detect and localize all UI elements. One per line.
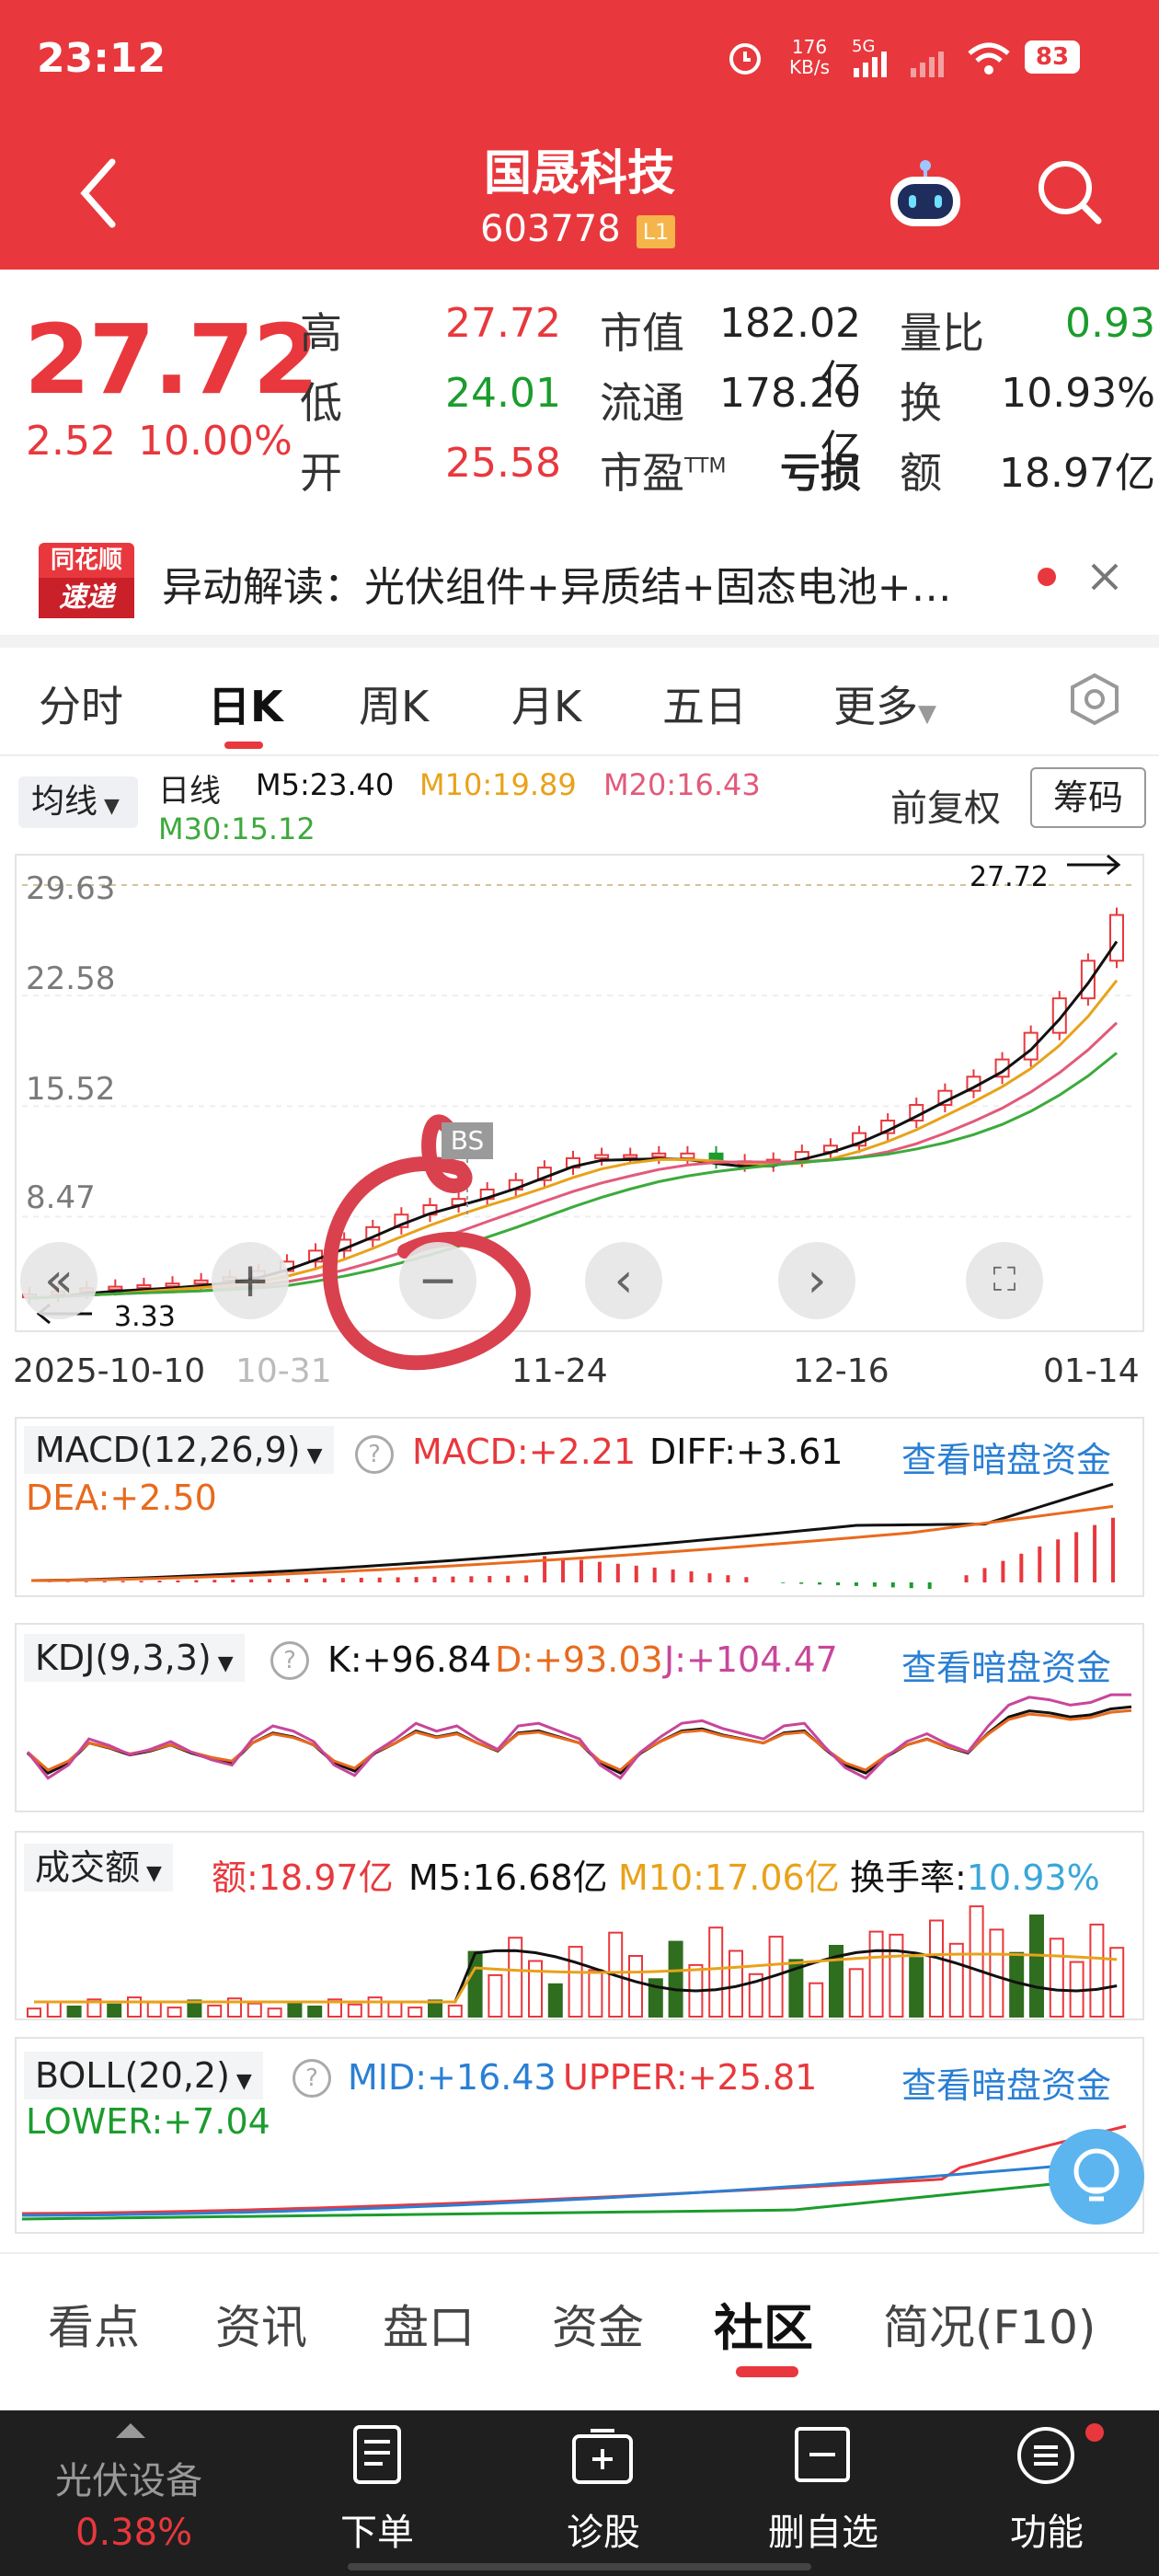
chevron-down-icon: ▼ xyxy=(211,1652,234,1675)
y-tick: 15.52 xyxy=(26,1071,116,1108)
bottom-action-bar: 光伏设备 0.38% 下单 诊股 删自选 功能 xyxy=(0,2410,1159,2576)
sector-pct: 0.38% xyxy=(75,2512,193,2554)
remove-watchlist-button[interactable]: 删自选 xyxy=(754,2502,892,2556)
turnover-rate-label: 换手率: xyxy=(850,1857,967,1898)
chevron-up-icon[interactable] xyxy=(116,2423,145,2438)
x-tick: 10-31 xyxy=(235,1352,332,1390)
boll-mid: MID:+16.43 xyxy=(348,2057,557,2098)
diagnose-button[interactable]: 诊股 xyxy=(548,2502,659,2556)
candle xyxy=(623,1154,638,1159)
dea-value: DEA:+2.50 xyxy=(26,1478,217,1518)
candle xyxy=(651,1152,667,1158)
amount-select-label: 成交额 xyxy=(35,1847,141,1888)
dark-pool-link[interactable]: 查看暗盘资金 xyxy=(901,1432,1111,1482)
scroll-right-button[interactable]: › xyxy=(778,1242,855,1319)
x-tick: 01-14 xyxy=(1043,1352,1140,1390)
d-value: D:+93.03 xyxy=(495,1639,663,1680)
y-tick: 8.47 xyxy=(26,1179,96,1216)
j-value: J:+104.47 xyxy=(664,1639,838,1680)
dark-pool-link[interactable]: 查看暗盘资金 xyxy=(901,1639,1111,1690)
divider xyxy=(0,2252,1159,2254)
minus-icon: − xyxy=(418,1253,458,1308)
tab-news[interactable]: 资讯 xyxy=(215,2291,307,2357)
tab-active-indicator xyxy=(736,2366,798,2377)
ma30-line xyxy=(29,1052,1118,1300)
candle xyxy=(1109,914,1124,962)
amount-value: 额:18.97亿 xyxy=(212,1857,394,1898)
macd-select-label: MACD(12,26,9) xyxy=(35,1430,301,1470)
chevron-down-icon: ▼ xyxy=(300,1444,323,1467)
tips-button[interactable] xyxy=(1049,2129,1144,2225)
notification-dot xyxy=(1085,2423,1104,2442)
chevron-left-icon: ‹ xyxy=(614,1253,634,1308)
boll-select-label: BOLL(20,2) xyxy=(35,2055,230,2096)
tab-f10[interactable]: 简况(F10) xyxy=(883,2291,1096,2357)
x-tick: 12-16 xyxy=(793,1352,889,1390)
function-button[interactable]: 功能 xyxy=(992,2502,1102,2556)
boll-select[interactable]: BOLL(20,2) ▼ xyxy=(24,2052,263,2099)
candle xyxy=(1080,960,1096,1000)
turnover-rate: 换手率:10.93% xyxy=(850,1849,1100,1900)
lightbulb-icon xyxy=(1073,2148,1119,2202)
last-price-arrow xyxy=(1067,854,1121,876)
candle xyxy=(136,1283,152,1289)
help-icon[interactable]: ? xyxy=(355,1435,394,1474)
chevron-down-icon: ▼ xyxy=(229,2070,252,2093)
tab-funds[interactable]: 资金 xyxy=(552,2291,644,2357)
dark-pool-link[interactable]: 查看暗盘资金 xyxy=(901,2057,1111,2108)
macd-select[interactable]: MACD(12,26,9) ▼ xyxy=(24,1426,334,1474)
scroll-left-button[interactable]: ‹ xyxy=(585,1242,662,1319)
tab-highlights[interactable]: 看点 xyxy=(48,2291,140,2357)
candle xyxy=(680,1152,695,1159)
amount-m5: M5:16.68亿 xyxy=(408,1857,608,1898)
turnover-rate-value: 10.93% xyxy=(966,1857,1100,1898)
sector-name[interactable]: 光伏设备 xyxy=(55,2451,202,2504)
tab-orderbook[interactable]: 盘口 xyxy=(383,2291,475,2357)
zoom-out-button[interactable]: − xyxy=(399,1242,476,1319)
x-tick: 11-24 xyxy=(511,1352,608,1390)
diagnose-icon xyxy=(572,2429,633,2484)
chevron-right-icon: › xyxy=(807,1253,827,1308)
candle xyxy=(193,1279,209,1285)
candle xyxy=(594,1154,610,1159)
scroll-start-button[interactable]: « xyxy=(20,1242,98,1319)
fullscreen-button[interactable]: ⛶ xyxy=(966,1242,1043,1319)
y-tick: 22.58 xyxy=(26,960,116,997)
menu-icon xyxy=(1017,2427,1074,2484)
boll-upper: UPPER:+25.81 xyxy=(563,2057,818,2098)
fullscreen-icon: ⛶ xyxy=(993,1261,1016,1299)
amount-select[interactable]: 成交额 ▼ xyxy=(24,1844,173,1892)
diff-value: DIFF:+3.61 xyxy=(649,1432,843,1472)
k-value: K:+96.84 xyxy=(327,1639,492,1680)
x-tick: 2025-10-10 xyxy=(13,1352,206,1390)
order-icon xyxy=(353,2425,401,2484)
low-price-label: 3.33 xyxy=(114,1301,176,1333)
double-left-icon: « xyxy=(44,1253,74,1308)
help-icon[interactable]: ? xyxy=(293,2059,331,2098)
tab-community[interactable]: 社区 xyxy=(714,2287,813,2360)
home-indicator xyxy=(348,2563,811,2570)
kdj-select-label: KDJ(9,3,3) xyxy=(35,1638,212,1678)
candle xyxy=(165,1282,180,1288)
amount-m10: M10:17.06亿 xyxy=(618,1857,840,1898)
chevron-down-icon: ▼ xyxy=(140,1862,162,1885)
help-icon[interactable]: ? xyxy=(270,1641,309,1680)
y-tick: 29.63 xyxy=(26,870,116,907)
boll-lower: LOWER:+7.04 xyxy=(26,2101,270,2142)
macd-value: MACD:+2.21 xyxy=(412,1432,637,1472)
bs-marker[interactable]: BS xyxy=(442,1122,493,1159)
plus-icon: + xyxy=(230,1253,270,1308)
remove-watchlist-icon xyxy=(795,2427,850,2482)
kdj-select[interactable]: KDJ(9,3,3) ▼ xyxy=(24,1634,245,1682)
candle xyxy=(108,1285,123,1291)
zoom-in-button[interactable]: + xyxy=(212,1242,289,1319)
order-button[interactable]: 下单 xyxy=(322,2502,432,2556)
last-price-label: 27.72 xyxy=(970,861,1049,893)
